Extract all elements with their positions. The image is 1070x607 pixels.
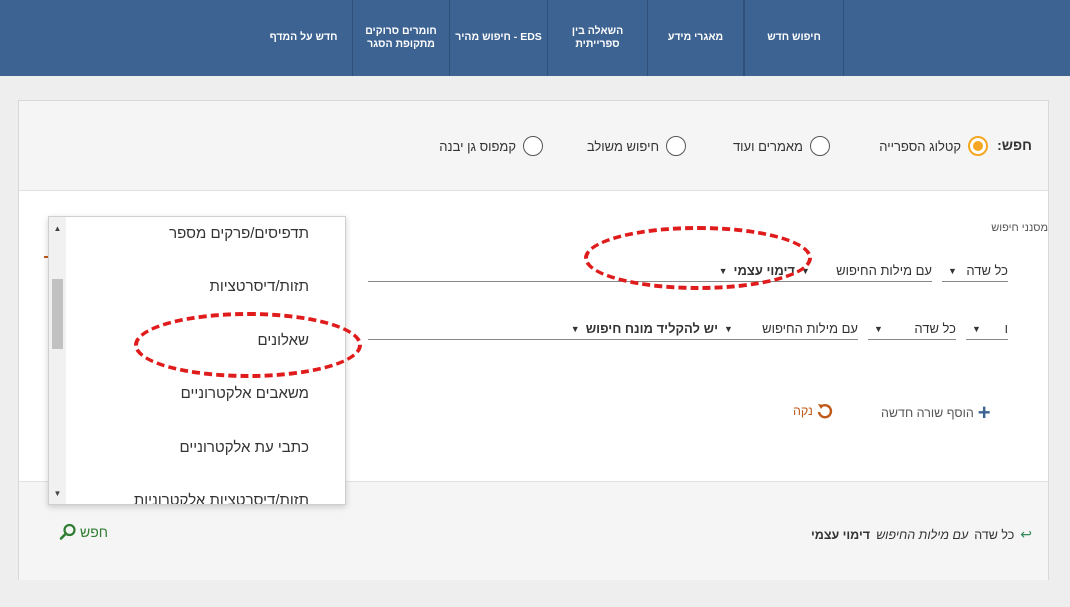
chevron-down-icon: ▼ <box>570 323 580 334</box>
scroll-up-icon[interactable]: ▲ <box>49 221 66 235</box>
summary-value: דימוי עצמי <box>810 527 871 542</box>
scroll-thumb[interactable] <box>52 279 63 349</box>
radio-unchecked-icon[interactable] <box>523 136 543 156</box>
chevron-down-icon: ▼ <box>972 323 981 334</box>
dropdown-item[interactable]: כתבי עת אלקטרוניים <box>179 439 309 456</box>
add-row-label: הוסף שורה חדשה <box>881 406 974 420</box>
row2-value-input[interactable]: יש להקליד מונח חיפוש ▼ <box>368 318 718 340</box>
refresh-icon <box>817 404 833 419</box>
row2-operator-select[interactable]: עם מילות החיפוש ▼ <box>718 318 858 340</box>
scope-option-library-catalog[interactable]: קטלוג הספרייה <box>879 135 988 157</box>
row2-field-select[interactable]: כל שדה ▼ <box>868 318 956 340</box>
top-navigation-bar: חיפוש חדש מאגרי מידע השאלה בין ספרייתית … <box>0 0 1070 76</box>
scope-option-combined[interactable]: חיפוש משולב <box>587 135 686 157</box>
clear-label: נקה <box>793 404 813 418</box>
row1-value-text: דימוי עצמי <box>733 263 795 278</box>
search-scope-row: חפש: קטלוג הספרייה מאמרים ועוד חיפוש משו… <box>19 101 1048 191</box>
nav-eds-quick-search[interactable]: EDS - חיפוש מהיר <box>450 0 548 76</box>
nav-interlibrary-loan[interactable]: השאלה בין ספרייתית <box>548 0 648 76</box>
nav-databases[interactable]: מאגרי מידע <box>648 0 744 76</box>
scope-option-articles[interactable]: מאמרים ועוד <box>733 135 830 157</box>
row2-value-placeholder: יש להקליד מונח חיפוש <box>585 321 718 336</box>
row1-field-select[interactable]: כל שדה ▼ <box>942 260 1008 282</box>
search-button[interactable]: חפש <box>59 523 108 541</box>
query-summary: ↩ כל שדה עם מילות החיפוש דימוי עצמי <box>811 526 1032 543</box>
scope-option-label: קטלוג הספרייה <box>879 138 961 154</box>
row2-boolean-select[interactable]: ו ▼ <box>966 318 1008 340</box>
plus-icon: + <box>977 400 991 425</box>
row1-field-value: כל שדה <box>966 263 1008 278</box>
dropdown-item[interactable]: תזות/דיסרטציות <box>209 278 309 295</box>
dropdown-item-questionnaires[interactable]: שאלונים <box>257 332 309 349</box>
nav-new-on-shelf[interactable]: חדש על המדף <box>255 0 353 76</box>
search-button-label: חפש <box>80 524 108 540</box>
summary-field: כל שדה <box>974 527 1015 542</box>
scroll-down-icon[interactable]: ▼ <box>49 486 66 500</box>
material-type-dropdown[interactable]: ▲ ▼ תדפיסים/פרקים מספר תזות/דיסרטציות שא… <box>48 216 346 505</box>
add-row-button[interactable]: + הוסף שורה חדשה <box>881 402 991 424</box>
scope-option-label: קמפוס גן יבנה <box>439 138 516 154</box>
radio-unchecked-icon[interactable] <box>810 136 830 156</box>
chevron-down-icon: ▼ <box>718 265 728 276</box>
dropdown-item[interactable]: תדפיסים/פרקים מספר <box>169 225 309 242</box>
chevron-down-icon: ▼ <box>874 323 883 334</box>
nav-new-search[interactable]: חיפוש חדש <box>744 0 844 76</box>
enter-arrow-icon: ↩ <box>1020 526 1032 542</box>
summary-operator: עם מילות החיפוש <box>876 527 969 542</box>
row2-operator-value: עם מילות החיפוש <box>762 321 858 336</box>
chevron-down-icon: ▼ <box>724 323 733 334</box>
scope-option-label: מאמרים ועוד <box>732 138 803 154</box>
search-scope-label: חפש: <box>997 137 1032 153</box>
dropdown-item[interactable]: משאבים אלקטרוניים <box>181 385 309 402</box>
scope-option-gan-yavne[interactable]: קמפוס גן יבנה <box>439 135 543 157</box>
row2-field-value: כל שדה <box>914 321 956 336</box>
search-filters-title: מסנני חיפוש <box>991 222 1048 234</box>
search-icon <box>59 523 76 540</box>
row1-operator-select[interactable]: עם מילות החיפוש ▼ <box>795 260 932 282</box>
clear-button[interactable]: נקה <box>793 401 835 421</box>
chevron-down-icon: ▼ <box>948 265 957 276</box>
nav-scanned-materials[interactable]: חומרים סרוקים מתקופת הסגר <box>353 0 450 76</box>
row1-value-input[interactable]: דימוי עצמי ▼ <box>368 260 795 282</box>
dropdown-item[interactable]: תזות/דיסרטציות אלקטרוניות <box>134 492 309 504</box>
radio-checked-icon[interactable] <box>968 136 988 156</box>
dropdown-scrollbar[interactable]: ▲ ▼ <box>49 217 66 504</box>
scope-option-label: חיפוש משולב <box>586 138 659 154</box>
row1-operator-value: עם מילות החיפוש <box>836 263 932 278</box>
row2-boolean-value: ו <box>1004 321 1008 336</box>
chevron-down-icon: ▼ <box>801 265 810 276</box>
radio-unchecked-icon[interactable] <box>666 136 686 156</box>
